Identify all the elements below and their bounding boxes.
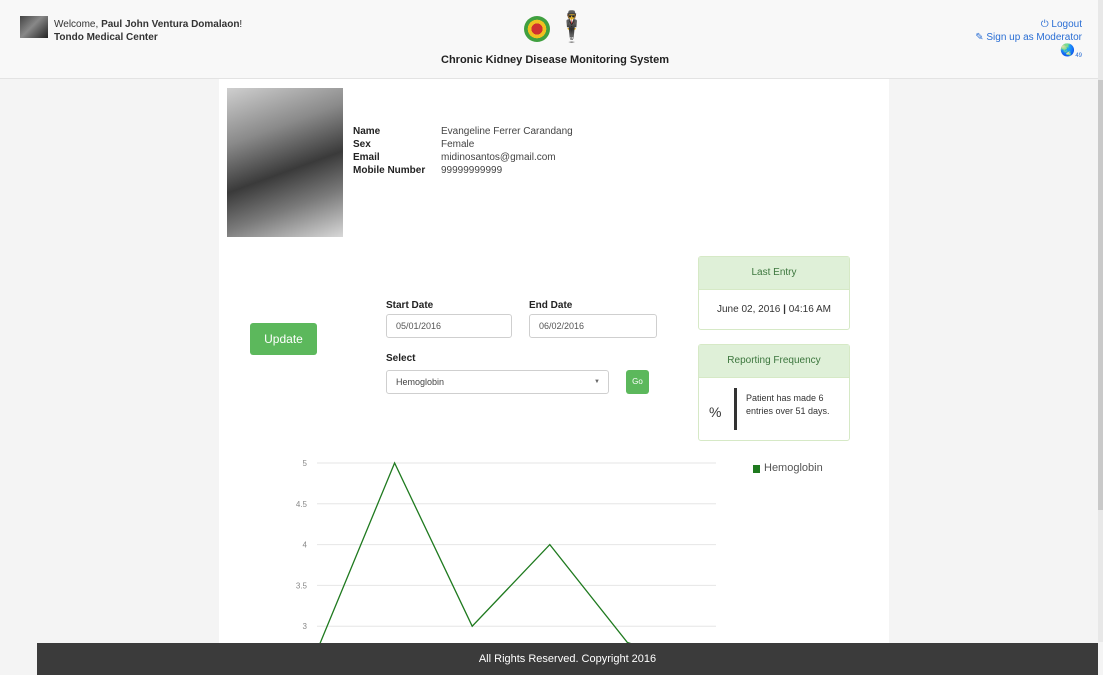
legend-label: Hemoglobin: [764, 462, 823, 474]
logout-link[interactable]: ⏻ Logout: [975, 18, 1082, 31]
logout-label: Logout: [1051, 19, 1082, 30]
seal-logo: [524, 16, 550, 42]
y-tick-label: 5: [303, 459, 308, 468]
system-title: Chronic Kidney Disease Monitoring System: [441, 54, 669, 66]
user-name: Paul John Ventura Domalaon: [101, 19, 240, 30]
footer: All Rights Reserved. Copyright 2016: [37, 643, 1098, 675]
welcome-prefix: Welcome,: [54, 19, 99, 30]
language-link[interactable]: 🌏49: [975, 44, 1082, 63]
institution-name: Tondo Medical Center: [54, 32, 158, 43]
top-links: ⏻ Logout ✎ Sign up as Moderator 🌏49: [975, 18, 1082, 63]
moderator-label: Sign up as Moderator: [986, 32, 1082, 43]
y-tick-label: 4.5: [296, 500, 308, 509]
legend-swatch: [753, 465, 760, 473]
welcome-suffix: !: [239, 19, 243, 30]
person-figure-icon: 🕴: [553, 11, 591, 44]
main-panel: Name Evangeline Ferrer Carandang Sex Femal…: [219, 79, 889, 643]
hemoglobin-chart: 5 4.5 4 3.5 3: [296, 459, 716, 643]
globe-count: 49: [1075, 53, 1082, 59]
top-navbar: Welcome, Paul John Ventura Domalaon! Ton…: [0, 0, 1098, 79]
y-tick-label: 3: [303, 622, 308, 631]
welcome-block: Welcome, Paul John Ventura Domalaon! Ton…: [54, 18, 242, 44]
user-avatar: [20, 16, 48, 38]
power-icon: ⏻: [1040, 19, 1049, 30]
globe-icon: 🌏: [1060, 43, 1076, 57]
y-tick-label: 4: [303, 541, 308, 550]
y-tick-label: 3.5: [296, 581, 308, 590]
page-scrollbar[interactable]: [1098, 0, 1103, 642]
series-line-hemoglobin: [319, 461, 632, 643]
scrollbar-thumb[interactable]: [1098, 80, 1103, 510]
pencil-icon: ✎: [975, 32, 984, 43]
